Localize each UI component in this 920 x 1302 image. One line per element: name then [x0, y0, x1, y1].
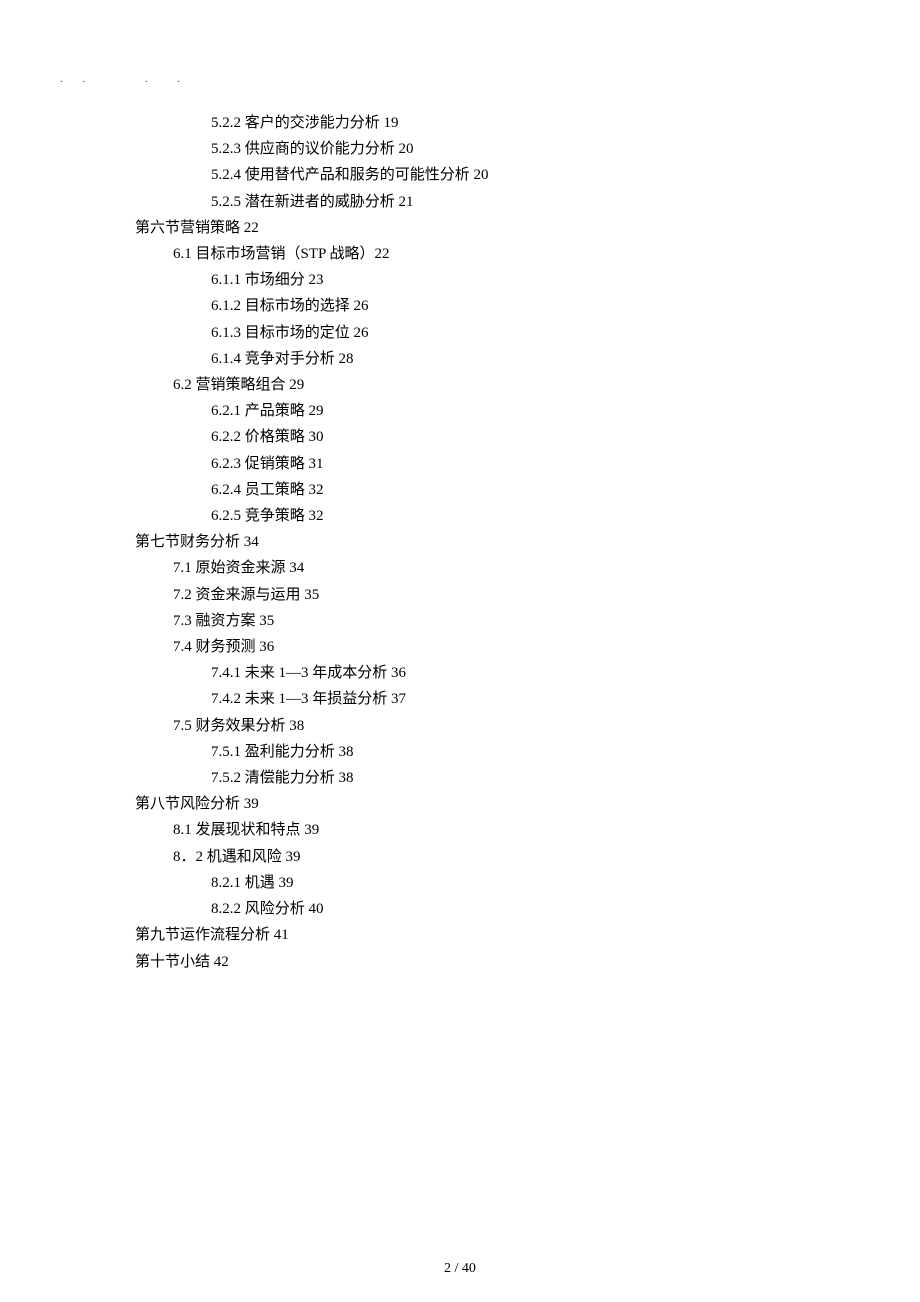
toc-entry: 6.1.1 市场细分 23 [211, 267, 489, 293]
page-footer: 2 / 40 [0, 1261, 920, 1277]
toc-entry: 7.4.1 未来 1—3 年成本分析 36 [211, 660, 489, 686]
toc-entry: 6.2.2 价格策略 30 [211, 424, 489, 450]
toc-entry: 6.2.3 促销策略 31 [211, 451, 489, 477]
toc-entry: 5.2.2 客户的交涉能力分析 19 [211, 110, 489, 136]
toc-entry: 8.2.2 风险分析 40 [211, 896, 489, 922]
toc-entry: 8.2.1 机遇 39 [211, 870, 489, 896]
toc-entry: 6.2.4 员工策略 32 [211, 477, 489, 503]
toc-entry: 5.2.3 供应商的议价能力分析 20 [211, 136, 489, 162]
toc-entry: 6.1.2 目标市场的选择 26 [211, 293, 489, 319]
toc-entry: 7.5.2 清偿能力分析 38 [211, 765, 489, 791]
toc-entry: 6.1 目标市场营销（STP 战略）22 [173, 241, 489, 267]
toc-entry: 第九节运作流程分析 41 [135, 922, 489, 948]
table-of-contents: 5.2.2 客户的交涉能力分析 195.2.3 供应商的议价能力分析 205.2… [135, 110, 489, 975]
toc-entry: 第六节营销策略 22 [135, 215, 489, 241]
toc-entry: 6.2.1 产品策略 29 [211, 398, 489, 424]
toc-entry: 第十节小结 42 [135, 949, 489, 975]
toc-entry: 7.5 财务效果分析 38 [173, 713, 489, 739]
toc-entry: 6.2.5 竞争策略 32 [211, 503, 489, 529]
toc-entry: 6.2 营销策略组合 29 [173, 372, 489, 398]
toc-entry: 7.3 融资方案 35 [173, 608, 489, 634]
toc-entry: 7.4 财务预测 36 [173, 634, 489, 660]
toc-entry: 6.1.4 竞争对手分析 28 [211, 346, 489, 372]
toc-entry: 6.1.3 目标市场的定位 26 [211, 320, 489, 346]
toc-entry: 7.5.1 盈利能力分析 38 [211, 739, 489, 765]
toc-entry: 8.1 发展现状和特点 39 [173, 817, 489, 843]
toc-entry: 第八节风险分析 39 [135, 791, 489, 817]
toc-entry: 5.2.4 使用替代产品和服务的可能性分析 20 [211, 162, 489, 188]
header-dots: . . . . [60, 70, 180, 85]
toc-entry: 7.4.2 未来 1—3 年损益分析 37 [211, 686, 489, 712]
toc-entry: 7.1 原始资金来源 34 [173, 555, 489, 581]
toc-entry: 7.2 资金来源与运用 35 [173, 582, 489, 608]
toc-entry: 5.2.5 潜在新进者的威胁分析 21 [211, 189, 489, 215]
toc-entry: 第七节财务分析 34 [135, 529, 489, 555]
toc-entry: 8．2 机遇和风险 39 [173, 844, 489, 870]
